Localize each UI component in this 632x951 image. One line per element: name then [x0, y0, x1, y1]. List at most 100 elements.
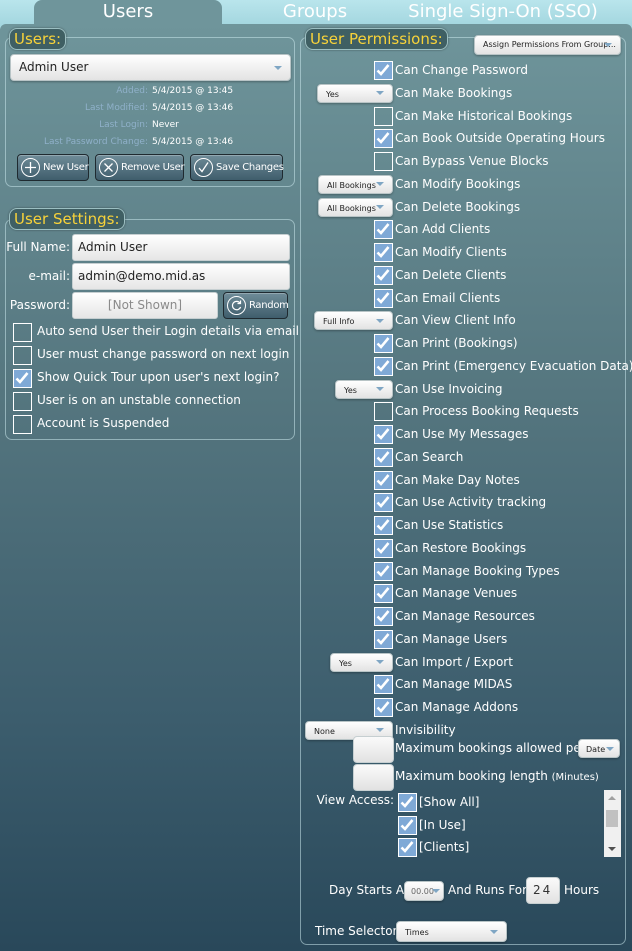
- permission-select-value: All Bookings: [327, 203, 376, 213]
- user-settings-legend: User Settings:: [9, 208, 125, 230]
- info-value: 5/4/2015 @ 13:45: [152, 86, 234, 96]
- info-value: Never: [152, 120, 179, 130]
- chevron-down-icon: [376, 91, 384, 96]
- permission-checkbox[interactable]: [374, 334, 393, 353]
- settings-option-checkbox[interactable]: [13, 346, 32, 365]
- settings-option-checkbox[interactable]: [13, 392, 32, 411]
- scroll-down-arrow-icon[interactable]: [608, 847, 616, 851]
- permission-label: Can Process Booking Requests: [395, 404, 579, 419]
- max-length-label-row: Maximum booking length (Minutes): [395, 767, 599, 787]
- permission-select[interactable]: Yes: [317, 83, 393, 103]
- user-permissions-legend: User Permissions:: [305, 28, 448, 50]
- permission-label: Can Make Day Notes: [395, 472, 520, 487]
- permission-checkbox[interactable]: [374, 129, 393, 149]
- permission-label: Can Use Invoicing: [395, 381, 503, 396]
- save-changes-button[interactable]: Save Changes: [190, 154, 284, 181]
- permission-select[interactable]: Yes: [330, 652, 393, 672]
- permission-checkbox[interactable]: [374, 61, 393, 80]
- email-input[interactable]: admin@demo.mid.as: [72, 263, 290, 290]
- full-name-input[interactable]: Admin User: [72, 234, 290, 261]
- permission-checkbox[interactable]: [374, 470, 393, 490]
- permission-checkbox[interactable]: [374, 538, 393, 558]
- permission-checkbox[interactable]: [374, 607, 393, 626]
- max-length-input[interactable]: [353, 764, 394, 791]
- assign-from-group-select[interactable]: Assign Permissions From Group...: [474, 35, 621, 55]
- permission-checkbox[interactable]: [374, 265, 393, 285]
- chevron-down-icon: [604, 43, 612, 47]
- users-legend: Users:: [9, 28, 67, 50]
- permission-checkbox[interactable]: [374, 493, 393, 513]
- permission-label: Can View Client Info: [395, 313, 516, 328]
- permission-select-value: Yes: [344, 385, 357, 395]
- x-circle-icon: [99, 158, 118, 177]
- remove-user-button[interactable]: Remove User: [95, 154, 185, 181]
- permission-label: Can Use Activity tracking: [395, 495, 547, 510]
- settings-option-checkbox[interactable]: [13, 369, 32, 388]
- permission-checkbox[interactable]: [374, 629, 393, 649]
- permission-checkbox[interactable]: [374, 561, 393, 581]
- random-password-button[interactable]: Random: [223, 292, 289, 319]
- full-name-label: Full Name:: [6, 240, 70, 254]
- plus-circle-icon: [21, 158, 40, 177]
- view-access-checkbox[interactable]: [398, 815, 417, 835]
- time-selector-value: Times: [405, 928, 429, 937]
- tab-sso[interactable]: Single Sign-On (SSO): [405, 0, 601, 26]
- permission-checkbox[interactable]: [374, 356, 393, 376]
- max-bookings-period-value: Date: [586, 745, 606, 754]
- time-selector-select[interactable]: Times: [396, 921, 507, 942]
- permission-checkbox[interactable]: [374, 220, 393, 240]
- permission-label: Can Manage Booking Types: [395, 563, 560, 578]
- tab-groups[interactable]: Groups: [250, 0, 380, 26]
- permission-select[interactable]: All Bookings: [318, 174, 393, 194]
- runs-for-input[interactable]: 24: [526, 877, 560, 904]
- day-starts-select[interactable]: 00.00: [404, 881, 444, 901]
- permission-label: Can Email Clients: [395, 290, 501, 305]
- view-access-scrollbar[interactable]: [604, 790, 621, 857]
- permission-checkbox[interactable]: [374, 698, 393, 717]
- random-label: Random: [249, 300, 289, 311]
- permission-select[interactable]: All Bookings: [318, 197, 393, 217]
- chevron-down-icon: [432, 889, 440, 893]
- password-label: Password:: [9, 298, 70, 312]
- permission-label: Can Delete Bookings: [395, 199, 521, 214]
- permission-checkbox[interactable]: [374, 447, 393, 467]
- new-user-label: New User: [43, 162, 89, 173]
- day-starts-label: Day Starts At: [329, 883, 409, 897]
- settings-option-checkbox[interactable]: [13, 323, 32, 342]
- view-access-checkbox[interactable]: [398, 838, 417, 857]
- chevron-down-icon: [376, 182, 384, 187]
- tab-bar: Users Groups Single Sign-On (SSO): [0, 0, 632, 26]
- info-password-change: Last Password Change:: [0, 135, 148, 149]
- user-select[interactable]: Admin User: [10, 54, 291, 81]
- info-label: Last Password Change:: [44, 137, 148, 147]
- day-starts-value: 00.00: [411, 887, 434, 896]
- save-changes-label: Save Changes: [216, 162, 284, 173]
- max-bookings-input[interactable]: [353, 736, 394, 763]
- chevron-down-icon: [490, 929, 498, 934]
- new-user-button[interactable]: New User: [17, 154, 89, 181]
- settings-option-checkbox[interactable]: [13, 415, 32, 434]
- permission-checkbox[interactable]: [374, 516, 393, 535]
- permission-checkbox[interactable]: [374, 106, 393, 126]
- permission-select[interactable]: Full Info: [314, 311, 393, 331]
- permission-checkbox[interactable]: [374, 425, 393, 444]
- scroll-up-arrow-icon[interactable]: [608, 796, 616, 800]
- tab-users[interactable]: Users: [34, 0, 222, 26]
- permission-label: Can Add Clients: [395, 222, 491, 237]
- max-bookings-period-select[interactable]: Date: [578, 739, 620, 758]
- permission-checkbox[interactable]: [374, 402, 393, 422]
- password-input[interactable]: [Not Shown]: [72, 292, 218, 319]
- permission-checkbox[interactable]: [374, 675, 393, 695]
- permission-label: Can Use My Messages: [395, 427, 529, 441]
- permission-label: Can Manage Addons: [395, 700, 519, 714]
- permission-checkbox[interactable]: [374, 243, 393, 262]
- view-access-label-item: [Clients]: [419, 840, 470, 854]
- permission-select[interactable]: Yes: [335, 379, 393, 399]
- permission-select-value: Yes: [339, 658, 352, 668]
- permission-checkbox[interactable]: [374, 288, 393, 308]
- chevron-down-icon: [376, 728, 384, 733]
- scroll-thumb[interactable]: [606, 810, 618, 827]
- permission-checkbox[interactable]: [374, 152, 393, 171]
- view-access-checkbox[interactable]: [398, 793, 417, 812]
- permission-checkbox[interactable]: [374, 584, 393, 604]
